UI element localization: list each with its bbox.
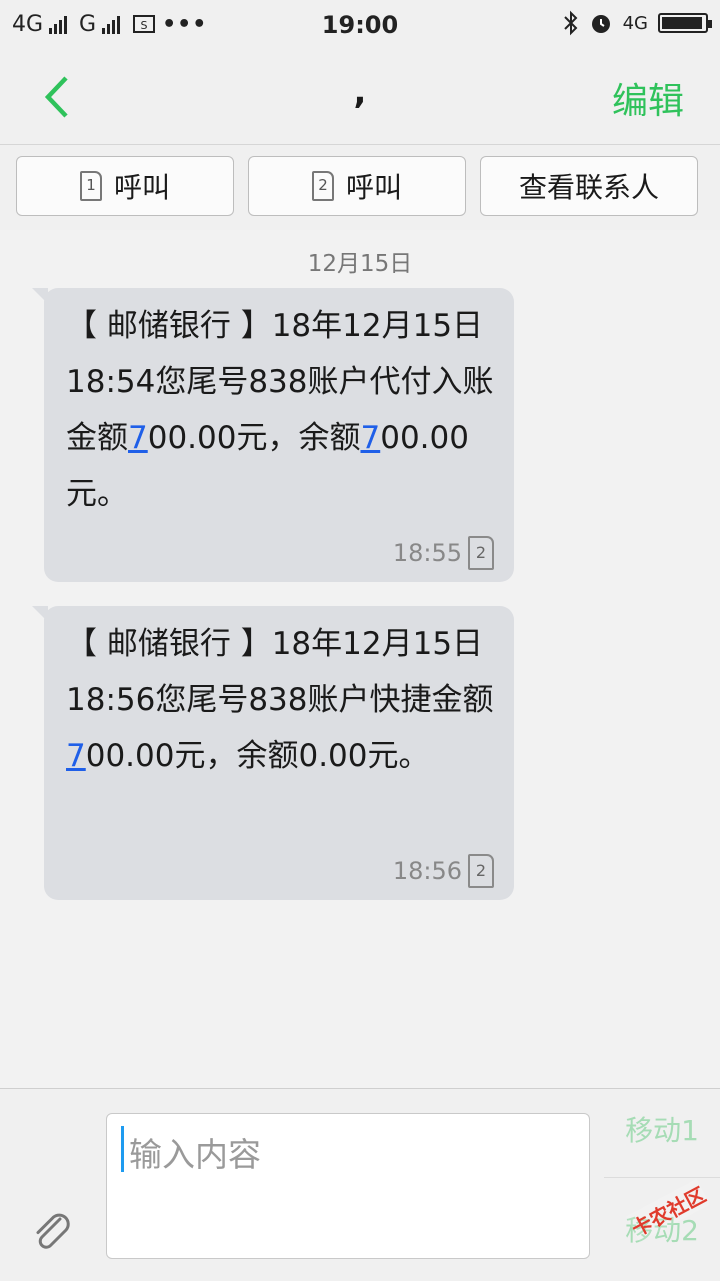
- call-sim2-button[interactable]: 2 呼叫: [248, 156, 466, 216]
- message-text: 【 邮储银行 】18年12月15日18:54您尾号838账户代付入账金额700.…: [66, 298, 494, 522]
- message-text-segment: 00.00元，余额0.00元。: [85, 738, 430, 774]
- sim2-icon: 2: [311, 171, 334, 201]
- battery-level: [662, 17, 702, 29]
- alarm-icon: [591, 15, 610, 33]
- message-bubble[interactable]: 【 邮储银行 】18年12月15日18:54您尾号838账户代付入账金额700.…: [32, 288, 514, 582]
- message-meta: 18:55 2: [393, 536, 494, 570]
- network-right-label: 4G: [622, 12, 648, 34]
- text-caret: [121, 1126, 124, 1172]
- message-input[interactable]: 输入内容: [106, 1113, 590, 1259]
- call-sim1-label: 呼叫: [113, 171, 170, 204]
- message-number-link[interactable]: 7: [360, 420, 380, 456]
- message-input-placeholder: 输入内容: [129, 1135, 261, 1174]
- view-contact-button[interactable]: 查看联系人: [480, 156, 698, 216]
- sim1-icon: 1: [79, 171, 102, 201]
- call-sim1-button[interactable]: 1 呼叫: [16, 156, 234, 216]
- send-divider: [604, 1177, 720, 1178]
- message-number-link[interactable]: 7: [66, 738, 86, 774]
- nav-bar: , 编辑: [0, 50, 720, 145]
- paperclip-icon[interactable]: [30, 1209, 74, 1253]
- message-text-segment: 00.00元，余额: [147, 420, 361, 456]
- message-time: 18:56: [392, 857, 462, 885]
- message-number-link[interactable]: 7: [128, 420, 148, 456]
- message-bubble[interactable]: 【 邮储银行 】18年12月15日18:56您尾号838账户快捷金额 700.00…: [32, 606, 514, 900]
- status-bar: 4G G S ••• 19:00 4G: [0, 0, 720, 50]
- status-right: 4G: [563, 10, 712, 36]
- message-time: 18:55: [392, 539, 462, 567]
- battery-icon: [658, 13, 712, 33]
- edit-button[interactable]: 编辑: [612, 72, 684, 124]
- call-sim2-label: 呼叫: [345, 171, 402, 204]
- sim2-icon: 2: [468, 536, 494, 570]
- message-meta: 18:56 2: [393, 854, 494, 888]
- sim2-icon: 2: [468, 854, 494, 888]
- contact-actions: 1 呼叫 2 呼叫 查看联系人: [0, 145, 720, 230]
- composer: 输入内容 移动1 移动2: [0, 1088, 720, 1281]
- bluetooth-icon: [563, 10, 578, 36]
- message-text: 【 邮储银行 】18年12月15日18:56您尾号838账户快捷金额 700.00…: [66, 616, 494, 784]
- send-sim1-button[interactable]: 移动1: [604, 1109, 720, 1149]
- message-text-segment: 【 邮储银行 】18年12月15日18:56您尾号838账户快捷金额: [66, 626, 494, 718]
- date-separator: 12月15日: [307, 251, 413, 277]
